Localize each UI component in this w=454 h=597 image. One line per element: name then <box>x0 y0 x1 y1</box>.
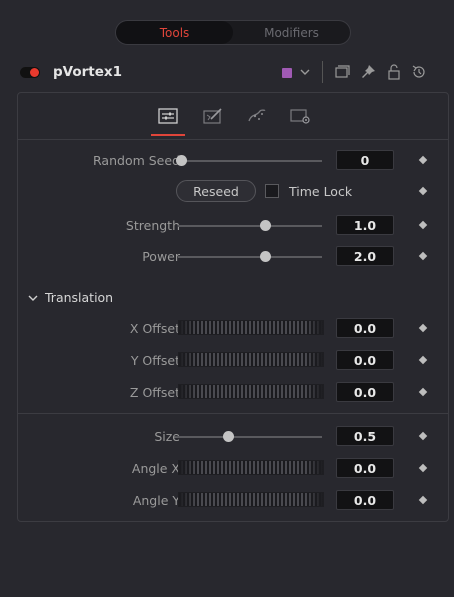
lock-icon[interactable] <box>385 63 403 81</box>
power-slider[interactable] <box>178 256 322 258</box>
z-offset-row: Z Offset 0.0 <box>18 381 448 405</box>
random-seed-slider-knob[interactable] <box>176 155 187 166</box>
random-seed-row: Random Seed 0 <box>18 149 448 173</box>
size-slider[interactable] <box>178 436 322 438</box>
power-row: Power 2.0 <box>18 245 448 269</box>
strength-slider[interactable] <box>178 225 322 227</box>
random-seed-keyframe-icon[interactable] <box>418 155 428 165</box>
time-lock-label: Time Lock <box>289 184 353 199</box>
angle-x-thumbwheel[interactable] <box>178 460 324 475</box>
y-offset-thumbwheel[interactable] <box>178 352 324 367</box>
translation-title: Translation <box>45 290 114 305</box>
z-offset-thumbwheel[interactable] <box>178 384 324 399</box>
x-offset-row: X Offset 0.0 <box>18 317 448 341</box>
strength-input[interactable]: 1.0 <box>336 215 394 235</box>
settings-icon[interactable] <box>289 107 311 125</box>
x-offset-input[interactable]: 0.0 <box>336 318 394 338</box>
angle-y-keyframe-icon[interactable] <box>418 495 428 505</box>
tab-tools[interactable]: Tools <box>116 21 233 44</box>
angle-y-input[interactable]: 0.0 <box>336 490 394 510</box>
tool-header: pVortex1 <box>0 58 454 88</box>
x-offset-keyframe-icon[interactable] <box>418 323 428 333</box>
y-offset-input[interactable]: 0.0 <box>336 350 394 370</box>
controls-icon[interactable] <box>157 107 179 125</box>
y-offset-label: Y Offset <box>130 353 180 368</box>
size-keyframe-icon[interactable] <box>418 431 428 441</box>
size-input[interactable]: 0.5 <box>336 426 394 446</box>
divider <box>18 139 448 140</box>
x-offset-thumbwheel[interactable] <box>178 320 324 335</box>
time-lock-checkbox[interactable] <box>265 184 279 198</box>
z-offset-input[interactable]: 0.0 <box>336 382 394 402</box>
enable-indicator <box>30 68 39 77</box>
angle-x-keyframe-icon[interactable] <box>418 463 428 473</box>
reset-icon[interactable] <box>410 63 428 81</box>
size-slider-knob[interactable] <box>223 431 234 442</box>
control-subtabs <box>18 93 448 139</box>
strength-keyframe-icon[interactable] <box>418 220 428 230</box>
angle-x-label: Angle X <box>131 461 180 476</box>
z-offset-label: Z Offset <box>129 385 180 400</box>
angle-x-row: Angle X 0.0 <box>18 457 448 481</box>
translation-section-header[interactable]: Translation <box>18 289 448 309</box>
random-seed-label: Random Seed <box>93 153 180 168</box>
size-row: Size 0.5 <box>18 425 448 449</box>
y-offset-keyframe-icon[interactable] <box>418 355 428 365</box>
angle-y-label: Angle Y <box>132 493 180 508</box>
region-icon[interactable] <box>246 107 268 125</box>
chevron-down-icon <box>28 295 38 301</box>
strength-row: Strength 1.0 <box>18 214 448 238</box>
tab-modifiers[interactable]: Modifiers <box>233 21 350 44</box>
panel-icon[interactable] <box>333 63 351 81</box>
active-subtab-indicator <box>151 134 185 136</box>
random-seed-slider[interactable] <box>178 160 322 162</box>
tool-control-panel: Random Seed 0 Reseed Time Lock Strength … <box>17 92 449 522</box>
divider <box>18 413 448 414</box>
chevron-down-icon[interactable] <box>296 63 314 81</box>
size-label: Size <box>154 429 180 444</box>
strength-slider-knob[interactable] <box>260 220 271 231</box>
z-offset-keyframe-icon[interactable] <box>418 387 428 397</box>
power-keyframe-icon[interactable] <box>418 251 428 261</box>
y-offset-row: Y Offset 0.0 <box>18 349 448 373</box>
power-label: Power <box>142 249 180 264</box>
angle-y-thumbwheel[interactable] <box>178 492 324 507</box>
angle-x-input[interactable]: 0.0 <box>336 458 394 478</box>
inspector-tabs: Tools Modifiers <box>115 20 351 45</box>
random-seed-input[interactable]: 0 <box>336 150 394 170</box>
pin-icon[interactable] <box>359 63 377 81</box>
power-slider-knob[interactable] <box>260 251 271 262</box>
power-input[interactable]: 2.0 <box>336 246 394 266</box>
set-icon[interactable] <box>202 107 224 125</box>
tool-enable-toggle[interactable] <box>20 67 40 78</box>
tool-name[interactable]: pVortex1 <box>53 64 122 80</box>
header-divider <box>322 61 323 83</box>
time-lock-keyframe-icon[interactable] <box>418 186 428 196</box>
reseed-button[interactable]: Reseed <box>176 180 256 202</box>
angle-y-row: Angle Y 0.0 <box>18 489 448 513</box>
reseed-row: Reseed Time Lock <box>18 180 448 204</box>
tool-color-swatch[interactable] <box>282 68 292 78</box>
strength-label: Strength <box>125 218 180 233</box>
x-offset-label: X Offset <box>129 321 180 336</box>
